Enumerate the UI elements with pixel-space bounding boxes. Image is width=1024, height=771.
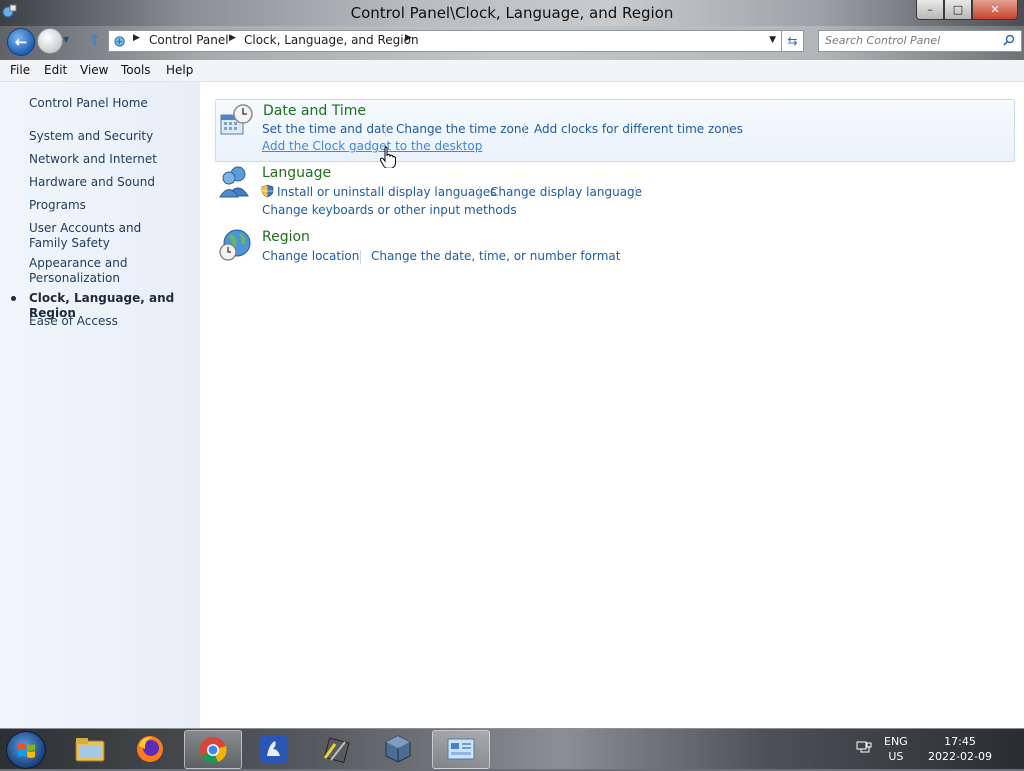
app-blue-icon [260,734,288,763]
taskbar-app-blue[interactable] [246,730,302,767]
main-content: Control Panel Home System and Security N… [0,82,1024,728]
up-arrow-icon[interactable]: ↑ [88,31,101,50]
link-set-time-and-date[interactable]: Set the time and date [262,122,393,136]
address-dropdown-icon[interactable]: ▼ [769,35,776,45]
globe-clock-icon[interactable] [218,228,252,262]
language-code: ENG [884,735,908,748]
shield-icon [261,184,274,198]
region-code: US [888,750,904,763]
search-input[interactable] [825,33,995,48]
system-tray: ENG US 17:45 2022-02-09 [854,729,1024,769]
language-indicator[interactable]: ENG US [884,734,908,764]
hand-cursor-icon [380,146,396,168]
category-title-language[interactable]: Language [262,165,331,181]
link-change-location[interactable]: Change location [262,249,359,263]
link-divider [635,186,636,200]
app-tools-icon [323,736,350,763]
taskbar-chrome[interactable] [184,730,242,769]
sidebar-item-appearance[interactable]: Appearance and Personalization [29,256,159,286]
link-change-date-time-number-format[interactable]: Change the date, time, or number format [371,249,620,263]
clock-time: 17:45 [944,735,976,748]
window-title: Control Panel\Clock, Language, and Regio… [350,4,674,22]
search-icon[interactable] [1003,34,1015,46]
category-language: Language Install or uninstall display la… [215,164,1013,220]
menu-file[interactable]: File [10,63,30,77]
control-panel-icon [114,36,125,47]
back-button[interactable]: ← [7,28,35,56]
close-button[interactable]: ✕ [972,0,1018,20]
breadcrumb-chevron-icon[interactable]: ▶ [133,33,140,43]
search-box[interactable] [818,30,1022,52]
control-panel-icon [447,738,475,759]
link-change-display-language[interactable]: Change display language [490,185,642,199]
current-item-bullet-icon [11,296,16,301]
refresh-button[interactable]: ⇆ [781,30,804,52]
taskbar-file-explorer[interactable] [62,730,118,767]
taskbar-app-tools[interactable] [308,730,364,767]
sidebar-item-ease-of-access[interactable]: Ease of Access [29,314,118,329]
minimize-button[interactable]: – [916,0,944,20]
menu-edit[interactable]: Edit [44,63,67,77]
taskbar-control-panel[interactable] [432,730,490,769]
window-controls: – □ ✕ [916,0,1018,20]
clock[interactable]: 17:45 2022-02-09 [920,734,1000,764]
menu-tools[interactable]: Tools [121,63,151,77]
chrome-icon [200,736,227,763]
link-add-clocks[interactable]: Add clocks for different time zones [534,122,743,136]
clock-date: 2022-02-09 [928,750,992,763]
breadcrumb-chevron-icon[interactable]: ▶ [405,33,412,43]
category-region: Region Change location Change the date, … [215,228,1013,268]
link-divider [385,123,386,137]
file-explorer-icon [75,737,105,761]
sidebar-item-hardware-sound[interactable]: Hardware and Sound [29,175,155,190]
link-add-clock-gadget[interactable]: Add the Clock gadget to the desktop [262,139,482,153]
taskbar: ENG US 17:45 2022-02-09 [0,728,1024,769]
taskbar-virtualbox[interactable] [370,730,426,767]
link-install-display-languages[interactable]: Install or uninstall display languages [277,185,497,199]
menu-bar: File Edit View Tools Help [0,60,1024,82]
category-title-region[interactable]: Region [262,229,310,245]
category-date-and-time: Date and Time Set the time and date Chan… [215,99,1015,162]
sidebar-item-programs[interactable]: Programs [29,198,86,213]
recent-pages-dropdown[interactable]: ▼ [63,35,69,44]
breadcrumb-chevron-icon[interactable]: ▶ [229,33,236,43]
sidebar-item-network-internet[interactable]: Network and Internet [29,152,157,167]
link-divider [360,250,361,264]
language-people-icon[interactable] [218,164,252,198]
start-button[interactable] [6,731,46,769]
back-arrow-icon: ← [14,33,28,51]
breadcrumb-current[interactable]: Clock, Language, and Region [244,33,419,47]
maximize-button[interactable]: □ [944,0,972,20]
taskbar-firefox[interactable] [122,730,178,767]
navigation-bar: ← ▼ ↑ ▶ Control Panel ▶ Clock, Language,… [0,26,1024,60]
calendar-clock-icon[interactable] [219,103,253,137]
menu-view[interactable]: View [80,63,108,77]
link-change-time-zone[interactable]: Change the time zone [396,122,529,136]
windows-logo-icon [18,743,35,758]
link-divider [729,123,730,137]
firefox-icon [137,735,163,762]
link-divider [524,123,525,137]
link-change-keyboards[interactable]: Change keyboards or other input methods [262,203,517,217]
sidebar-control-panel-home[interactable]: Control Panel Home [29,96,148,111]
forward-button[interactable] [37,28,63,54]
title-bar: Control Panel\Clock, Language, and Regio… [0,0,1024,26]
menu-help[interactable]: Help [166,63,193,77]
refresh-icon: ⇆ [787,34,798,48]
breadcrumb-control-panel[interactable]: Control Panel [149,33,229,47]
sidebar-item-system-security[interactable]: System and Security [29,129,153,144]
category-title-date-and-time[interactable]: Date and Time [263,103,366,119]
sidebar-item-user-accounts[interactable]: User Accounts and Family Safety [29,221,179,251]
address-bar[interactable]: ▶ Control Panel ▶ Clock, Language, and R… [108,30,782,52]
network-icon[interactable] [856,741,872,755]
sidebar: Control Panel Home System and Security N… [0,82,200,728]
virtualbox-icon [385,734,411,763]
link-divider [479,186,480,200]
